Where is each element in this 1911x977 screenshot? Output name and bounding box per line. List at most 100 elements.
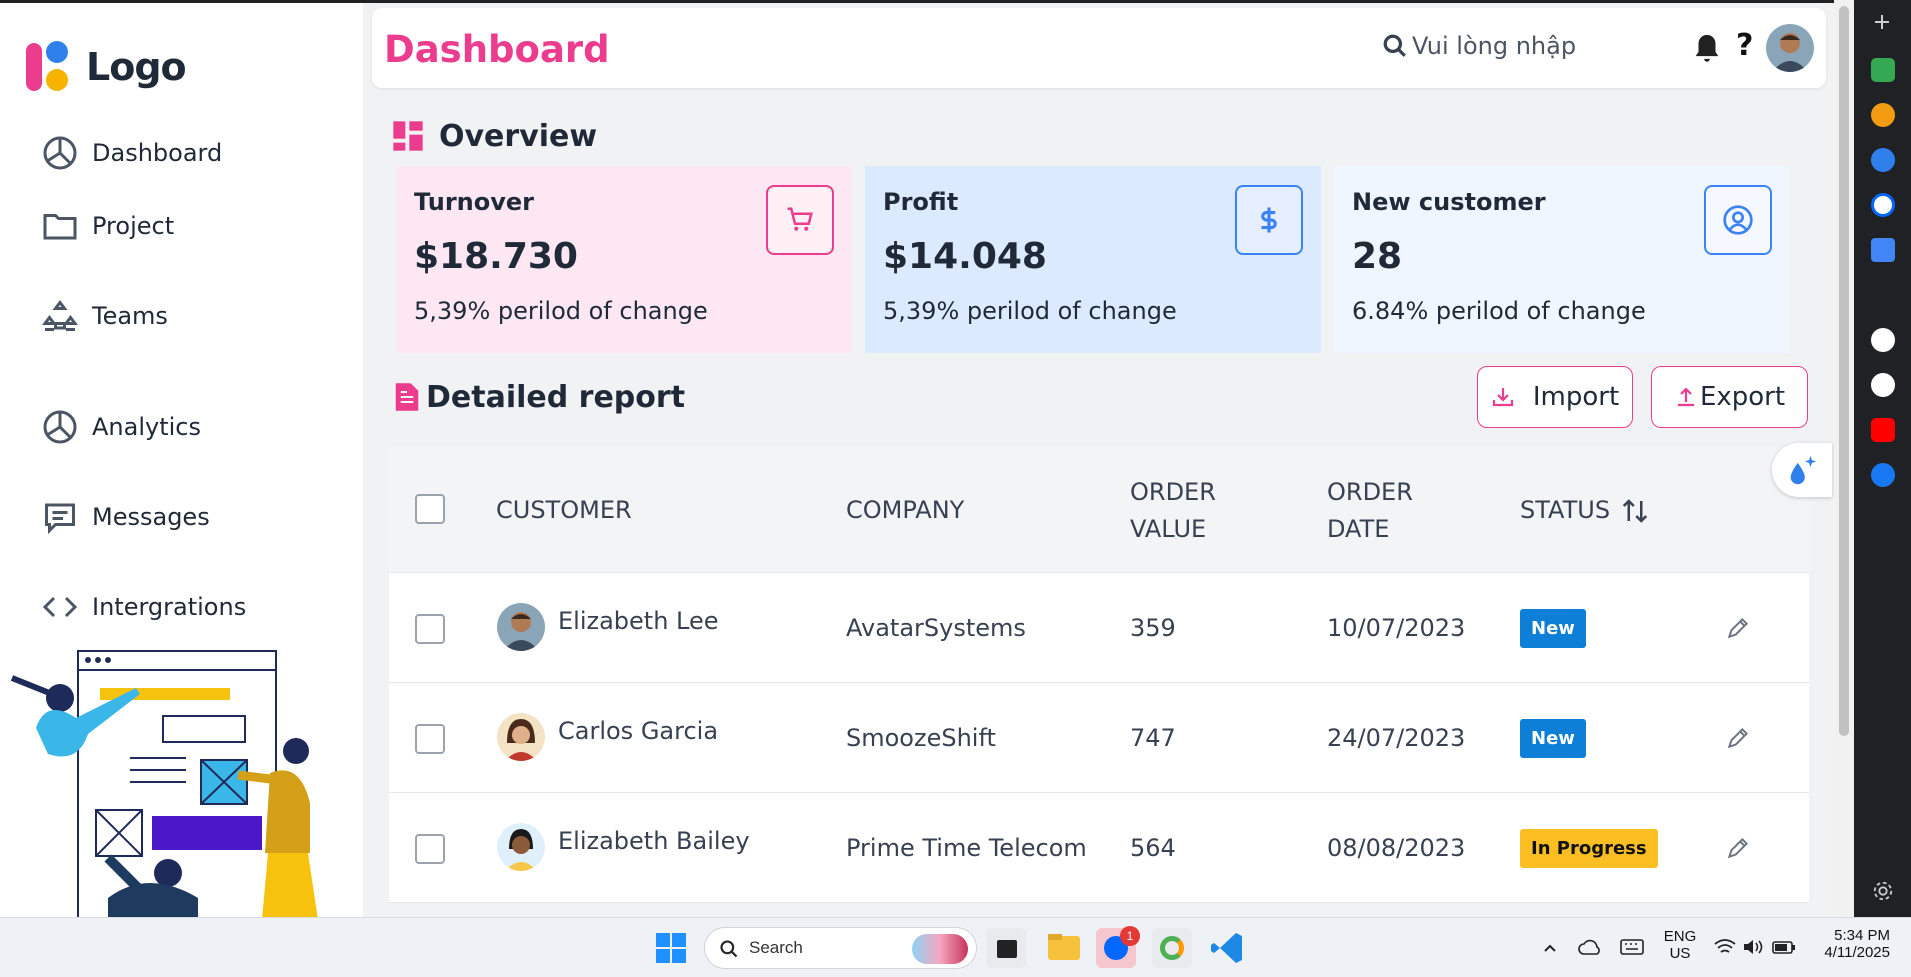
sidebar-item-label: Messages: [92, 503, 210, 531]
sidebar-item-analytics[interactable]: Analytics: [42, 402, 201, 452]
battery-icon[interactable]: [1772, 938, 1796, 956]
clock[interactable]: 5:34 PM 4/11/2025: [1810, 927, 1890, 961]
column-header-status[interactable]: STATUS: [1520, 492, 1650, 529]
profit-card: Profit $14.048 5,39% perilod of change: [865, 166, 1321, 353]
cloud-icon[interactable]: [1578, 938, 1602, 956]
turnover-card: Turnover $18.730 5,39% perilod of change: [396, 166, 852, 353]
chatgpt-icon[interactable]: [1871, 373, 1895, 397]
table-row[interactable]: Carlos Garcia SmoozeShift 747 24/07/2023…: [389, 683, 1809, 793]
youtube-icon[interactable]: [1871, 418, 1895, 442]
sidebar-item-messages[interactable]: Messages: [42, 492, 210, 542]
ai-app-icon[interactable]: [1871, 58, 1895, 82]
column-header-customer[interactable]: CUSTOMER: [496, 492, 632, 529]
google-icon[interactable]: [1871, 328, 1895, 352]
customer-name: Elizabeth Bailey: [558, 827, 750, 855]
report-heading: Detailed report: [392, 378, 685, 416]
import-button[interactable]: Import: [1477, 366, 1633, 428]
row-checkbox[interactable]: [415, 724, 445, 754]
sidebar-item-teams[interactable]: Teams: [42, 291, 168, 341]
customer-avatar: [497, 713, 545, 761]
scrollbar-thumb[interactable]: [1839, 6, 1849, 736]
cart-icon: [787, 207, 813, 231]
zalo-taskbar-icon[interactable]: 1: [1096, 926, 1140, 968]
language-indicator[interactable]: ENG US: [1660, 928, 1700, 962]
chevron-up-icon[interactable]: [1542, 940, 1558, 956]
translate-icon[interactable]: [1871, 238, 1895, 262]
settings-gear-icon[interactable]: [1872, 880, 1894, 902]
sidebar-item-dashboard[interactable]: Dashboard: [42, 128, 222, 178]
floating-magic-button[interactable]: [1772, 443, 1832, 497]
user-avatar[interactable]: [1766, 24, 1814, 72]
column-header-company[interactable]: COMPANY: [846, 492, 964, 529]
sidebar-item-label: Analytics: [92, 413, 201, 441]
sidebar-item-intergrations[interactable]: Intergrations: [42, 582, 246, 632]
customer-name: Elizabeth Lee: [558, 607, 719, 635]
code-icon: [42, 596, 78, 618]
column-header-order-date[interactable]: ORDER DATE: [1327, 474, 1413, 548]
pie-chart-icon: [43, 410, 77, 444]
edit-icon[interactable]: [1725, 615, 1751, 641]
volume-icon[interactable]: [1742, 938, 1764, 956]
sidebar-item-label: Intergrations: [92, 593, 247, 621]
new-customer-card: New customer 28 6.84% perilod of change: [1334, 166, 1790, 353]
message-icon: [45, 503, 75, 535]
facebook-icon[interactable]: [1871, 463, 1895, 487]
row-checkbox[interactable]: [415, 834, 445, 864]
table-row[interactable]: Elizabeth Bailey Prime Time Telecom 564 …: [389, 793, 1809, 903]
task-view-icon[interactable]: [986, 928, 1026, 968]
export-button[interactable]: Export: [1651, 366, 1808, 428]
select-all-checkbox[interactable]: [415, 494, 445, 524]
help-icon[interactable]: ?: [1736, 28, 1753, 63]
sparkle-drop-icon: [1790, 455, 1817, 485]
card-icon-box[interactable]: [766, 185, 834, 255]
browser-taskbar-icon[interactable]: [1152, 928, 1192, 968]
zalo-icon[interactable]: [1871, 193, 1895, 217]
sidebar-item-project[interactable]: Project: [42, 201, 174, 251]
page-scrollbar[interactable]: [1834, 0, 1854, 917]
company-name: AvatarSystems: [846, 614, 1026, 642]
logo[interactable]: Logo: [26, 41, 187, 93]
messenger-icon[interactable]: [1871, 148, 1895, 172]
card-icon-box[interactable]: [1235, 185, 1303, 255]
edit-icon[interactable]: [1725, 725, 1751, 751]
order-value: 359: [1130, 614, 1176, 642]
table-row[interactable]: Elizabeth Lee AvatarSystems 359 10/07/20…: [389, 573, 1809, 683]
card-change: 6.84% perilod of change: [1352, 297, 1646, 325]
folder-icon: [43, 214, 77, 240]
row-checkbox[interactable]: [415, 614, 445, 644]
logo-text: Logo: [86, 45, 187, 89]
wifi-icon[interactable]: [1714, 938, 1736, 956]
edit-icon[interactable]: [1725, 835, 1751, 861]
file-explorer-icon[interactable]: [1044, 928, 1084, 968]
report-title: Detailed report: [426, 379, 686, 415]
column-header-order-value[interactable]: ORDER VALUE: [1130, 474, 1216, 548]
notification-badge: 1: [1120, 926, 1140, 946]
taskbar-search[interactable]: Search: [704, 927, 977, 969]
order-value: 747: [1130, 724, 1176, 752]
document-icon: [395, 383, 419, 411]
search-box[interactable]: [1382, 32, 1622, 60]
sidebar-item-label: Dashboard: [92, 139, 223, 167]
sidebar-item-label: Project: [92, 212, 175, 240]
vscode-taskbar-icon[interactable]: [1208, 928, 1248, 968]
top-header: Dashboard ?: [372, 8, 1826, 88]
plus-icon[interactable]: [1872, 12, 1892, 32]
table-header-row: CUSTOMER COMPANY ORDER VALUE ORDER DATE ST…: [389, 447, 1809, 573]
team-illustration: [10, 650, 318, 920]
order-date: 24/07/2023: [1327, 724, 1466, 752]
sort-icon[interactable]: [1620, 496, 1650, 526]
download-icon: [1492, 388, 1513, 407]
search-input[interactable]: [1412, 32, 1622, 60]
import-label: Import: [1532, 382, 1620, 412]
company-name: Prime Time Telecom: [846, 834, 1087, 862]
keyboard-icon[interactable]: [1620, 938, 1644, 956]
firefox-like-app-icon[interactable]: [1871, 103, 1895, 127]
card-icon-box[interactable]: [1704, 185, 1772, 255]
teams-icon: [42, 300, 78, 331]
logo-mark-icon: [26, 41, 74, 93]
overview-heading: Overview: [392, 118, 597, 154]
bell-icon[interactable]: [1690, 32, 1724, 66]
taskbar-search-label: Search: [749, 938, 803, 957]
search-icon: [1383, 34, 1406, 57]
windows-start-icon[interactable]: [656, 933, 686, 963]
